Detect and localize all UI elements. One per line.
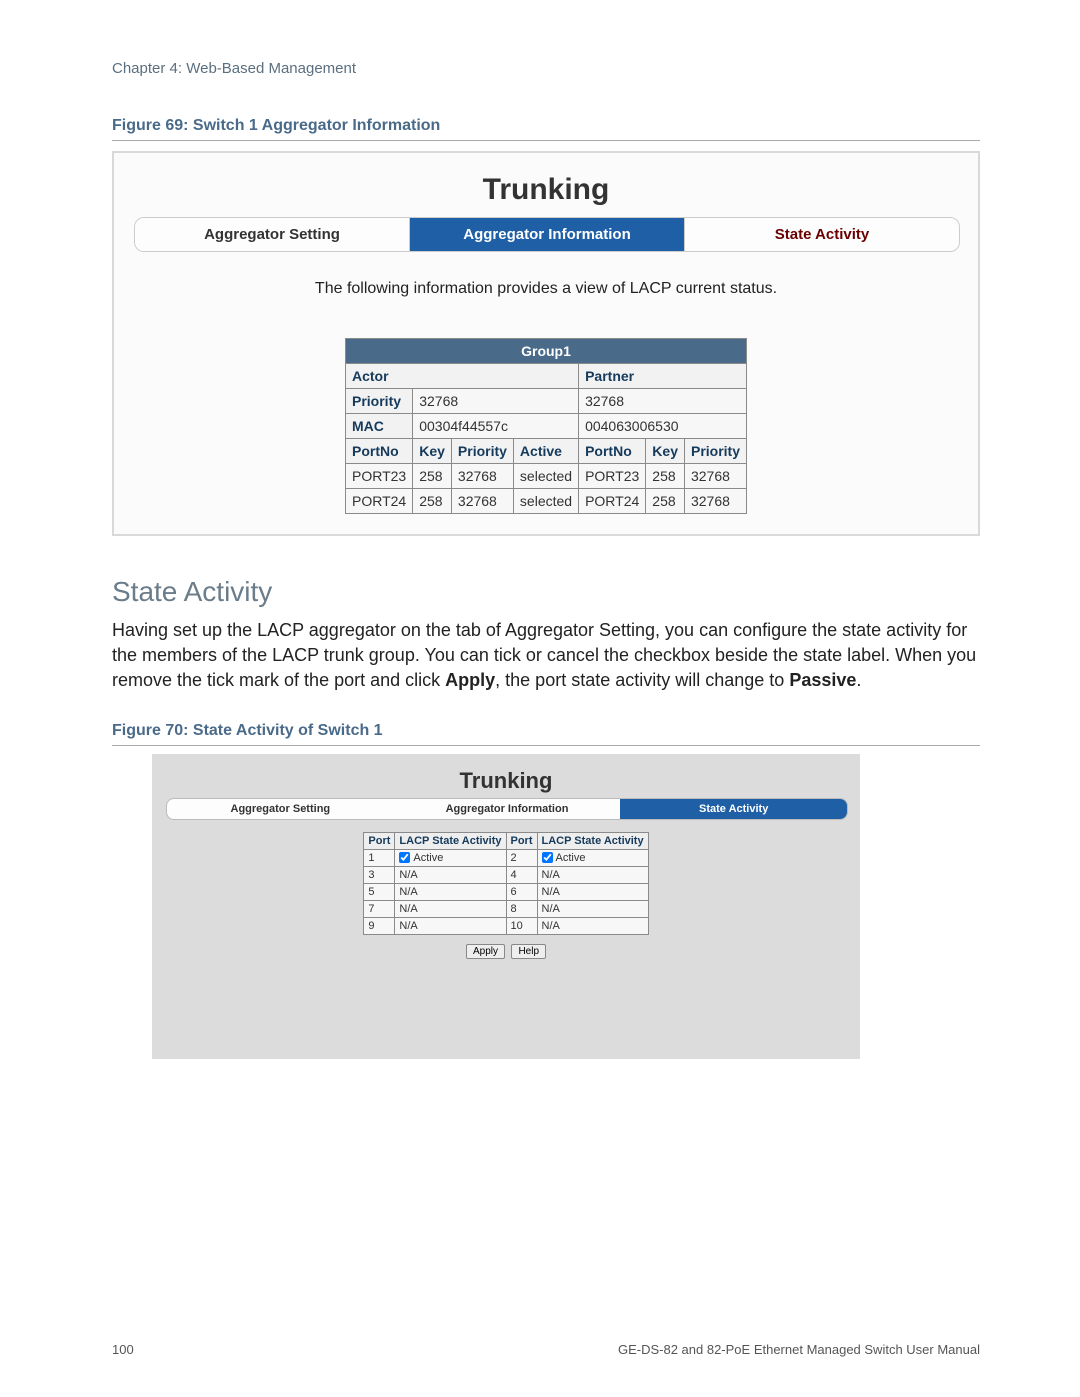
port-cell: 5 (364, 883, 395, 900)
manual-title: GE-DS-82 and 82-PoE Ethernet Managed Swi… (618, 1342, 980, 1357)
p-prio: 32768 (684, 489, 746, 514)
actor-mac-value: 00304f44557c (413, 414, 579, 439)
table-row: 5N/A6N/A (364, 883, 648, 900)
partner-col-priority: Priority (684, 439, 746, 464)
a-active: selected (513, 489, 578, 514)
partner-header: Partner (579, 364, 747, 389)
port-cell: 3 (364, 866, 395, 883)
activity-cell: N/A (537, 917, 648, 934)
tab-aggregator-setting[interactable]: Aggregator Setting (135, 218, 409, 251)
p-port: PORT23 (579, 464, 646, 489)
body-text-e: . (856, 670, 861, 690)
activity-cell: N/A (537, 900, 648, 917)
table-row: 1 Active 2 Active (364, 849, 648, 866)
body-text-c: , the port state activity will change to (495, 670, 789, 690)
tab2-aggregator-information[interactable]: Aggregator Information (394, 799, 621, 819)
fig69-title: Trunking (134, 173, 958, 207)
col-act-r: LACP State Activity (537, 832, 648, 849)
activity-cell: Active (395, 849, 506, 866)
active-checkbox[interactable] (399, 852, 410, 863)
active-label: Active (413, 852, 443, 864)
actor-col-priority: Priority (451, 439, 513, 464)
tab2-aggregator-setting[interactable]: Aggregator Setting (167, 799, 394, 819)
activity-cell: N/A (537, 883, 648, 900)
fig69-info-text: The following information provides a vie… (134, 280, 958, 298)
table-row: 9N/A10N/A (364, 917, 648, 934)
a-active: selected (513, 464, 578, 489)
activity-cell: Active (537, 849, 648, 866)
actor-priority-value: 32768 (413, 389, 579, 414)
p-prio: 32768 (684, 464, 746, 489)
table-row: PORT24 258 32768 selected PORT24 258 327… (346, 489, 747, 514)
activity-cell: N/A (537, 866, 648, 883)
group-header: Group1 (346, 339, 747, 364)
table-row: 3N/A4N/A (364, 866, 648, 883)
col-act-l: LACP State Activity (395, 832, 506, 849)
fig70-title: Trunking (166, 768, 846, 794)
tab-state-activity[interactable]: State Activity (685, 218, 959, 251)
help-button[interactable]: Help (511, 944, 546, 959)
a-key: 258 (413, 464, 452, 489)
chapter-header: Chapter 4: Web-Based Management (112, 60, 980, 77)
a-prio: 32768 (451, 489, 513, 514)
activity-cell: N/A (395, 866, 506, 883)
partner-col-key: Key (646, 439, 685, 464)
table-row: 7N/A8N/A (364, 900, 648, 917)
a-port: PORT23 (346, 464, 413, 489)
figure69-caption: Figure 69: Switch 1 Aggregator Informati… (112, 117, 980, 141)
section-title: State Activity (112, 576, 980, 608)
page-footer: 100 GE-DS-82 and 82-PoE Ethernet Managed… (112, 1342, 980, 1357)
port-cell: 9 (364, 917, 395, 934)
activity-cell: N/A (395, 883, 506, 900)
port-cell: 6 (506, 883, 537, 900)
port-cell: 2 (506, 849, 537, 866)
col-port-r: Port (506, 832, 537, 849)
port-cell: 7 (364, 900, 395, 917)
actor-col-active: Active (513, 439, 578, 464)
a-port: PORT24 (346, 489, 413, 514)
priority-label: Priority (346, 389, 413, 414)
p-key: 258 (646, 489, 685, 514)
fig70-tabbar: Aggregator Setting Aggregator Informatio… (166, 798, 848, 820)
page-number: 100 (112, 1342, 134, 1357)
port-cell: 10 (506, 917, 537, 934)
a-prio: 32768 (451, 464, 513, 489)
fig69-tabbar: Aggregator Setting Aggregator Informatio… (134, 217, 960, 252)
port-cell: 1 (364, 849, 395, 866)
p-port: PORT24 (579, 489, 646, 514)
figure69-screenshot: Trunking Aggregator Setting Aggregator I… (112, 151, 980, 536)
p-key: 258 (646, 464, 685, 489)
section-body: Having set up the LACP aggregator on the… (112, 618, 980, 694)
tab2-state-activity[interactable]: State Activity (620, 799, 847, 819)
active-label: Active (556, 852, 586, 864)
partner-priority-value: 32768 (579, 389, 747, 414)
activity-cell: N/A (395, 917, 506, 934)
col-port-l: Port (364, 832, 395, 849)
activity-cell: N/A (395, 900, 506, 917)
tab-aggregator-information[interactable]: Aggregator Information (409, 218, 685, 251)
a-key: 258 (413, 489, 452, 514)
fig69-group-table: Group1 Actor Partner Priority 32768 3276… (345, 338, 747, 514)
mac-label: MAC (346, 414, 413, 439)
actor-col-portno: PortNo (346, 439, 413, 464)
state-activity-table: Port LACP State Activity Port LACP State… (363, 832, 648, 935)
port-cell: 8 (506, 900, 537, 917)
figure70-caption: Figure 70: State Activity of Switch 1 (112, 722, 980, 746)
active-checkbox[interactable] (542, 852, 553, 863)
actor-col-key: Key (413, 439, 452, 464)
partner-mac-value: 004063006530 (579, 414, 747, 439)
figure70-screenshot: Trunking Aggregator Setting Aggregator I… (152, 754, 860, 1059)
actor-header: Actor (346, 364, 579, 389)
port-cell: 4 (506, 866, 537, 883)
apply-button[interactable]: Apply (466, 944, 505, 959)
body-text-passive: Passive (789, 670, 856, 690)
partner-col-portno: PortNo (579, 439, 646, 464)
table-row: PORT23 258 32768 selected PORT23 258 327… (346, 464, 747, 489)
body-text-apply: Apply (445, 670, 495, 690)
